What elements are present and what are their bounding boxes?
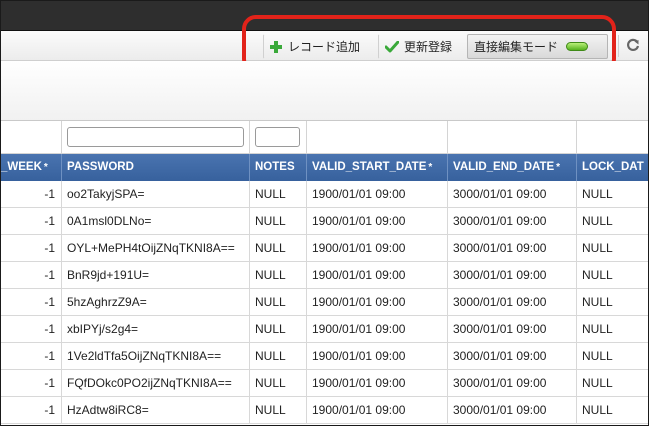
cell-notes[interactable]: NULL [250, 181, 307, 208]
cell-valid-start-date[interactable]: 1900/01/01 09:00 [307, 316, 448, 343]
column-header-lock-label: LOCK_DAT [582, 161, 644, 173]
cell-notes[interactable]: NULL [250, 208, 307, 235]
cell-valid-end-date[interactable]: 3000/01/01 09:00 [448, 289, 577, 316]
filter-cell-week [1, 121, 62, 154]
column-header-valid-end-date[interactable]: VALID_END_DATE * [448, 154, 577, 181]
cell-valid-end-date[interactable]: 3000/01/01 09:00 [448, 316, 577, 343]
column-header-password[interactable]: PASSWORD [62, 154, 250, 181]
cell-valid-start-date[interactable]: 1900/01/01 09:00 [307, 343, 448, 370]
cell-valid-end-date[interactable]: 3000/01/01 09:00 [448, 208, 577, 235]
cell-password[interactable]: OYL+MePH4tOijZNqTKNI8A== [62, 235, 250, 262]
column-header-lock-date[interactable]: LOCK_DAT [577, 154, 648, 181]
column-header-week[interactable]: _WEEK * [1, 154, 62, 181]
cell-notes[interactable]: NULL [250, 397, 307, 424]
cell-password[interactable]: oo2TakyjSPA= [62, 181, 250, 208]
cell-valid-end-date[interactable]: 3000/01/01 09:00 [448, 397, 577, 424]
cell-lock-date[interactable]: NULL [577, 181, 648, 208]
filter-cell-password [62, 121, 250, 154]
column-header-password-label: PASSWORD [67, 161, 134, 173]
required-mark: * [428, 162, 433, 173]
table-row[interactable]: -1 OYL+MePH4tOijZNqTKNI8A== NULL 1900/01… [1, 235, 648, 262]
table-row[interactable]: -1 HzAdtw8iRC8= NULL 1900/01/01 09:00 30… [1, 397, 648, 424]
cell-lock-date[interactable]: NULL [577, 289, 648, 316]
table-header: _WEEK * PASSWORD NOTES VALID_START_DATE * … [1, 154, 648, 181]
cell-notes[interactable]: NULL [250, 316, 307, 343]
cell-week[interactable]: -1 [1, 235, 62, 262]
column-header-notes-label: NOTES [255, 161, 295, 173]
cell-lock-date[interactable]: NULL [577, 370, 648, 397]
password-filter-input[interactable] [67, 127, 244, 147]
column-header-week-label: _WEEK [1, 161, 42, 173]
filter-cell-notes [250, 121, 307, 154]
cell-lock-date[interactable]: NULL [577, 262, 648, 289]
column-header-start-label: VALID_START_DATE [312, 161, 427, 173]
cell-week[interactable]: -1 [1, 262, 62, 289]
filter-cell-end [448, 121, 577, 154]
cell-password[interactable]: HzAdtw8iRC8= [62, 397, 250, 424]
cell-notes[interactable]: NULL [250, 370, 307, 397]
cell-valid-end-date[interactable]: 3000/01/01 09:00 [448, 235, 577, 262]
cell-notes[interactable]: NULL [250, 262, 307, 289]
cell-lock-date[interactable]: NULL [577, 235, 648, 262]
filter-cell-lock [577, 121, 648, 154]
cell-valid-end-date[interactable]: 3000/01/01 09:00 [448, 370, 577, 397]
cell-password[interactable]: BnR9jd+191U= [62, 262, 250, 289]
cell-week[interactable]: -1 [1, 370, 62, 397]
cell-notes[interactable]: NULL [250, 289, 307, 316]
column-header-end-label: VALID_END_DATE [453, 161, 555, 173]
cell-week[interactable]: -1 [1, 289, 62, 316]
cell-valid-start-date[interactable]: 1900/01/01 09:00 [307, 289, 448, 316]
app-window: レコード追加 更新登録 直接編集モード _WEEK * PASSWORD NOT… [0, 0, 649, 426]
cell-week[interactable]: -1 [1, 397, 62, 424]
cell-lock-date[interactable]: NULL [577, 397, 648, 424]
filter-row [1, 121, 648, 154]
notes-filter-input[interactable] [255, 127, 300, 147]
cell-password[interactable]: 5hzAghrzZ9A= [62, 289, 250, 316]
column-header-notes[interactable]: NOTES [250, 154, 307, 181]
cell-valid-start-date[interactable]: 1900/01/01 09:00 [307, 235, 448, 262]
cell-password[interactable]: 1Ve2ldTfa5OijZNqTKNI8A== [62, 343, 250, 370]
cell-week[interactable]: -1 [1, 181, 62, 208]
cell-lock-date[interactable]: NULL [577, 343, 648, 370]
cell-notes[interactable]: NULL [250, 343, 307, 370]
cell-valid-start-date[interactable]: 1900/01/01 09:00 [307, 397, 448, 424]
cell-valid-end-date[interactable]: 3000/01/01 09:00 [448, 343, 577, 370]
cell-notes[interactable]: NULL [250, 235, 307, 262]
required-mark: * [556, 162, 561, 173]
cell-lock-date[interactable]: NULL [577, 316, 648, 343]
cell-password[interactable]: FQfDOkc0PO2ijZNqTKNI8A== [62, 370, 250, 397]
cell-password[interactable]: 0A1msl0DLNo= [62, 208, 250, 235]
cell-valid-start-date[interactable]: 1900/01/01 09:00 [307, 181, 448, 208]
cell-password[interactable]: xbIPYj/s2g4= [62, 316, 250, 343]
cell-valid-end-date[interactable]: 3000/01/01 09:00 [448, 262, 577, 289]
cell-week[interactable]: -1 [1, 343, 62, 370]
cell-valid-end-date[interactable]: 3000/01/01 09:00 [448, 181, 577, 208]
refresh-icon[interactable] [626, 38, 640, 52]
cell-valid-start-date[interactable]: 1900/01/01 09:00 [307, 262, 448, 289]
table-row[interactable]: -1 0A1msl0DLNo= NULL 1900/01/01 09:00 30… [1, 208, 648, 235]
table-row[interactable]: -1 oo2TakyjSPA= NULL 1900/01/01 09:00 30… [1, 181, 648, 208]
table-row[interactable]: -1 xbIPYj/s2g4= NULL 1900/01/01 09:00 30… [1, 316, 648, 343]
required-mark: * [43, 162, 48, 173]
cell-lock-date[interactable]: NULL [577, 208, 648, 235]
column-header-valid-start-date[interactable]: VALID_START_DATE * [307, 154, 448, 181]
table-row[interactable]: -1 BnR9jd+191U= NULL 1900/01/01 09:00 30… [1, 262, 648, 289]
table-row[interactable]: -1 FQfDOkc0PO2ijZNqTKNI8A== NULL 1900/01… [1, 370, 648, 397]
cell-week[interactable]: -1 [1, 208, 62, 235]
cell-valid-start-date[interactable]: 1900/01/01 09:00 [307, 208, 448, 235]
filter-cell-start [307, 121, 448, 154]
toolbar-divider [618, 35, 619, 57]
table-row[interactable]: -1 5hzAghrzZ9A= NULL 1900/01/01 09:00 30… [1, 289, 648, 316]
table-row[interactable]: -1 1Ve2ldTfa5OijZNqTKNI8A== NULL 1900/01… [1, 343, 648, 370]
cell-week[interactable]: -1 [1, 316, 62, 343]
secondary-toolbar [1, 61, 648, 121]
cell-valid-start-date[interactable]: 1900/01/01 09:00 [307, 370, 448, 397]
